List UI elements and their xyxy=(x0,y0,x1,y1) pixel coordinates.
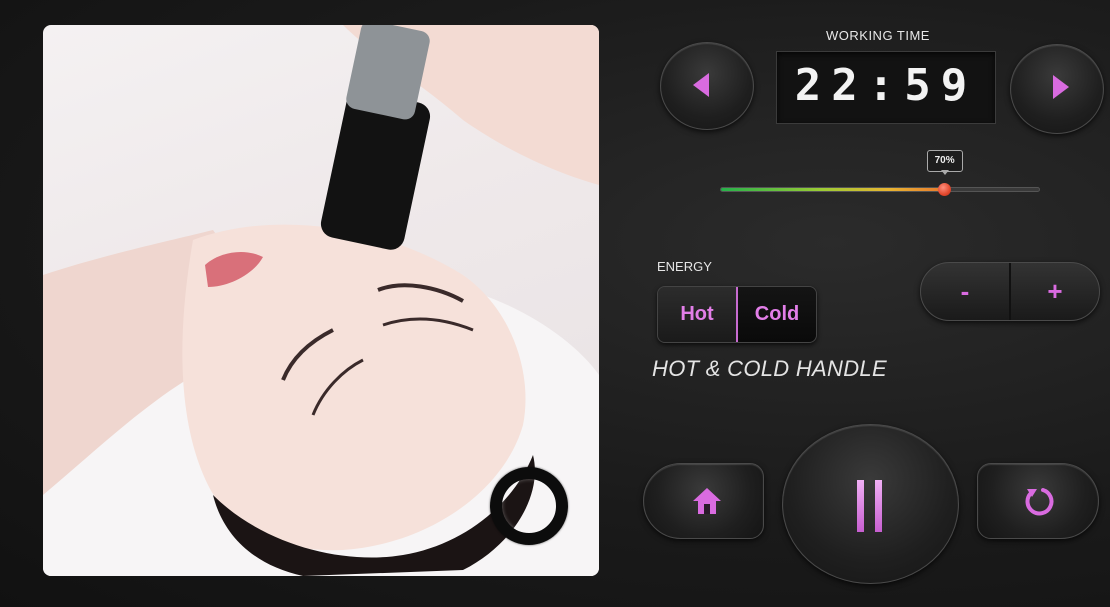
handle-ring-button[interactable] xyxy=(490,467,568,545)
energy-toggle: Hot Cold xyxy=(657,286,817,343)
pause-icon-bar xyxy=(875,480,882,532)
energy-adjust-group: - + xyxy=(920,262,1100,321)
pause-icon xyxy=(857,480,864,532)
home-button[interactable] xyxy=(643,463,764,539)
triangle-left-icon xyxy=(693,73,709,97)
prev-button[interactable] xyxy=(660,42,754,130)
home-icon xyxy=(693,488,721,514)
decrease-button[interactable]: - xyxy=(921,263,1011,320)
increase-button[interactable]: + xyxy=(1011,263,1099,320)
timer-display: 22:59 xyxy=(776,51,996,124)
next-button[interactable] xyxy=(1010,44,1104,134)
refresh-icon xyxy=(1025,488,1054,516)
pause-button[interactable] xyxy=(782,424,959,584)
energy-label: ENERGY xyxy=(657,259,712,274)
refresh-button[interactable] xyxy=(977,463,1099,539)
treatment-photo xyxy=(43,25,599,576)
slider-fill xyxy=(721,188,944,191)
slider-thumb[interactable] xyxy=(937,183,951,196)
energy-option-hot[interactable]: Hot xyxy=(658,287,736,342)
triangle-right-icon xyxy=(1053,75,1069,99)
handle-title: HOT & COLD HANDLE xyxy=(652,356,887,381)
slider-value-tooltip: 70% xyxy=(926,150,963,175)
timer-value: 22:59 xyxy=(794,60,978,111)
working-time-label: WORKING TIME xyxy=(826,28,930,43)
intensity-slider[interactable]: 70% xyxy=(720,150,1040,196)
energy-option-cold[interactable]: Cold xyxy=(736,287,816,342)
